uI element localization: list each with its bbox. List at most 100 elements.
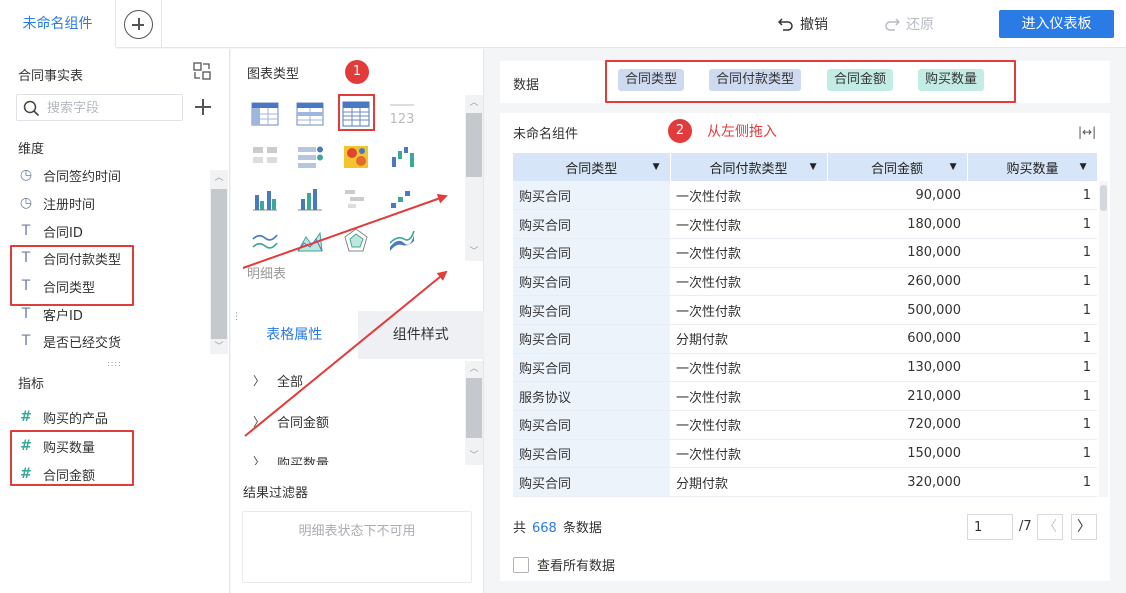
chart-type-scrollbar[interactable]: ︿ ﹀ [465, 95, 483, 261]
sort-dropdown-icon[interactable]: ▼ [653, 162, 660, 172]
table-cell: 180,000 [827, 209, 967, 239]
scroll-down-icon[interactable]: ﹀ [469, 451, 479, 461]
scroll-up-icon[interactable]: ︿ [214, 173, 224, 183]
chevron-right-icon: 〉 [253, 374, 266, 388]
scroll-up-icon[interactable]: ︿ [469, 98, 479, 108]
scroll-down-icon[interactable]: ﹀ [214, 342, 224, 352]
switch-table-icon[interactable] [193, 62, 211, 80]
component-tab[interactable]: 未命名组件 [0, 0, 116, 49]
dimension-scrollbar[interactable]: ︿ ﹀ [210, 170, 228, 354]
scroll-down-icon[interactable]: ﹀ [469, 247, 479, 257]
sort-dropdown-icon[interactable]: ▼ [810, 162, 817, 172]
column-header[interactable]: 购买数量 ▼ [967, 153, 1098, 181]
next-page-button[interactable]: 〉 [1071, 514, 1097, 540]
view-all-checkbox[interactable] [513, 556, 529, 573]
total-count: 668 [532, 521, 557, 536]
table-row[interactable]: 购买合同 一次性付款 500,000 1 [513, 295, 1097, 325]
table-cell: 90,000 [827, 181, 967, 211]
table-row[interactable]: 购买合同 一次性付款 150,000 1 [513, 439, 1097, 469]
table-row[interactable]: 购买合同 分期付款 320,000 1 [513, 467, 1097, 498]
column-header[interactable]: 合同类型 ▼ [513, 153, 671, 181]
waterfall-icon[interactable] [386, 141, 418, 173]
table-scrollbar[interactable] [1099, 181, 1108, 497]
field-item[interactable]: # 购买的产品 [18, 405, 108, 429]
scroll-thumb[interactable] [466, 378, 482, 438]
filter-list-icon[interactable] [294, 141, 326, 173]
text-list-icon[interactable] [249, 141, 281, 173]
cross-table-icon[interactable] [249, 99, 281, 131]
radar-chart-icon[interactable] [340, 225, 372, 257]
bar-chart-icon[interactable] [249, 183, 281, 215]
group-table-icon[interactable] [294, 99, 326, 131]
column-header[interactable]: 合同付款类型 ▼ [670, 153, 828, 181]
table-cell: 购买合同 [513, 467, 670, 498]
preview-panel: 数据 合同类型 合同付款类型 合同金额 购买数量 未命名组件 2 从左侧拖入 |… [485, 49, 1126, 593]
field-item[interactable]: T 合同ID [18, 219, 83, 243]
chevron-right-icon: 〉 [253, 415, 266, 429]
panel-grip-handle[interactable]: ⋮ [232, 312, 241, 322]
table-row[interactable]: 购买合同 分期付款 600,000 1 [513, 324, 1097, 354]
prev-page-button[interactable]: 〈 [1037, 514, 1063, 540]
table-row[interactable]: 购买合同 一次性付款 90,000 1 [513, 181, 1097, 211]
field-panel: 合同事实表 维度 ◷合同签约时间 ◷注册时间 T合同ID T合同付款类型 T合同… [0, 49, 230, 593]
enter-dashboard-button[interactable]: 进入仪表板 [999, 10, 1114, 38]
scroll-up-icon[interactable]: ︿ [469, 364, 479, 374]
table-cell: 1 [967, 181, 1097, 211]
table-cell: 720,000 [827, 410, 967, 440]
sort-dropdown-icon[interactable]: ▼ [1080, 162, 1087, 172]
table-cell: 购买合同 [513, 353, 670, 383]
add-component-icon[interactable] [124, 10, 153, 39]
search-input[interactable] [47, 99, 177, 117]
scroll-thumb[interactable] [211, 189, 227, 339]
stream-chart-icon[interactable] [386, 225, 418, 257]
scroll-thumb[interactable] [466, 113, 482, 177]
property-item[interactable]: 〉 购买数量 [253, 453, 329, 465]
chart-type-title: 图表类型 [247, 67, 300, 82]
heatmap-icon[interactable] [340, 141, 372, 173]
page-number-input[interactable] [967, 514, 1013, 540]
area-chart-icon[interactable] [294, 225, 326, 257]
column-header-label: 合同类型 [565, 161, 618, 177]
table-row[interactable]: 服务协议 一次性付款 210,000 1 [513, 381, 1097, 411]
field-item[interactable]: ◷ 合同签约时间 [18, 163, 121, 187]
property-item[interactable]: 〉全部 [253, 371, 303, 390]
detail-table: 合同类型 ▼ 合同付款类型 ▼ 合同金额 ▼ 购买数量 ▼ 购买合同 一次性付款 90,00… [513, 153, 1098, 498]
table-cell: 500,000 [827, 295, 967, 325]
line-chart-icon[interactable] [249, 225, 281, 257]
table-row[interactable]: 购买合同 一次性付款 130,000 1 [513, 353, 1097, 383]
kpi-number-icon[interactable]: 123 [386, 99, 418, 131]
sort-dropdown-icon[interactable]: ▼ [950, 162, 957, 172]
field-item[interactable]: ◷ 注册时间 [18, 191, 95, 215]
redo-button[interactable]: 还原 [884, 14, 934, 34]
add-field-icon[interactable] [194, 98, 212, 116]
table-cell: 购买合同 [513, 238, 670, 268]
total-prefix: 共 [513, 521, 527, 536]
table-row[interactable]: 购买合同 一次性付款 180,000 1 [513, 238, 1097, 268]
table-cell: 购买合同 [513, 267, 670, 297]
column-header[interactable]: 合同金额 ▼ [827, 153, 968, 181]
splitter-handle[interactable]: :::: [107, 359, 122, 368]
dimension-section-title: 维度 [18, 142, 45, 157]
scroll-thumb[interactable] [1100, 185, 1107, 211]
undo-button[interactable]: 撤销 [778, 14, 828, 34]
gantt-chart-icon[interactable] [340, 183, 372, 215]
table-cell: 购买合同 [513, 209, 670, 239]
tab-component-style[interactable]: 组件样式 [357, 311, 484, 359]
view-all-toggle[interactable]: 查看所有数据 [513, 555, 615, 574]
table-row[interactable]: 购买合同 一次性付款 180,000 1 [513, 209, 1097, 239]
property-item[interactable]: 〉合同金额 [253, 412, 329, 431]
tab-table-properties[interactable]: 表格属性 [231, 311, 358, 359]
table-cell: 1 [967, 467, 1097, 498]
property-label: 合同金额 [277, 416, 330, 431]
property-scrollbar[interactable]: ︿ ﹀ [465, 361, 483, 465]
table-cell: 1 [967, 267, 1097, 297]
page-total: /7 [1019, 519, 1032, 534]
table-row[interactable]: 购买合同 一次性付款 260,000 1 [513, 267, 1097, 297]
expand-width-icon[interactable]: |↔| [1078, 125, 1096, 139]
column-chart-icon[interactable] [294, 183, 326, 215]
step-chart-icon[interactable] [386, 183, 418, 215]
redo-icon [885, 18, 900, 31]
table-row[interactable]: 购买合同 一次性付款 720,000 1 [513, 410, 1097, 440]
field-item[interactable]: T 是否已经交货 [18, 329, 121, 353]
field-label: 合同签约时间 [43, 169, 122, 185]
